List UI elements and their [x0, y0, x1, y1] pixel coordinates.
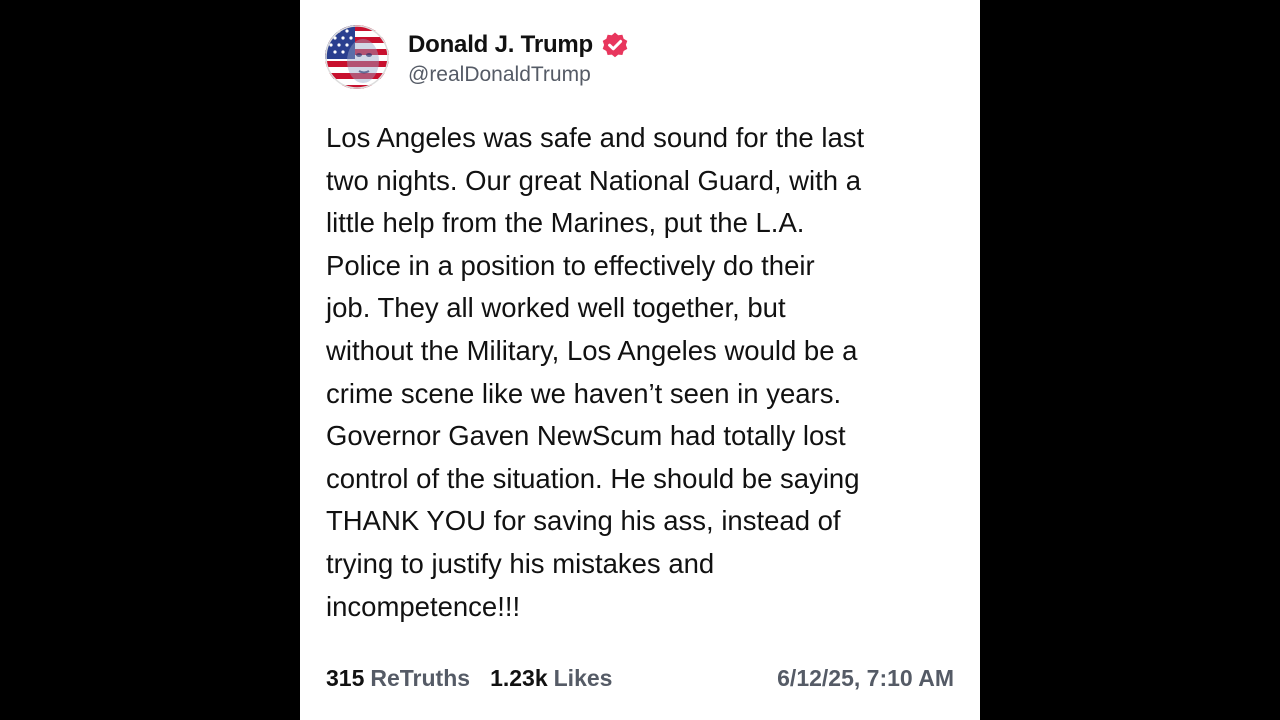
retruths-stat[interactable]: 315 ReTruths — [326, 665, 470, 692]
author-display-name[interactable]: Donald J. Trump — [408, 31, 593, 59]
retruths-label: ReTruths — [370, 664, 471, 691]
author-row: Donald J. Trump — [408, 30, 629, 60]
flag-portrait-icon — [325, 25, 389, 89]
post-text: Los Angeles was safe and sound for the l… — [326, 122, 865, 622]
author-handle[interactable]: @realDonaldTrump — [408, 63, 591, 87]
verified-badge-icon — [602, 32, 628, 58]
post-footer: 315 ReTruths 1.23k Likes 6/12/25, 7:10 A… — [326, 660, 954, 696]
profile-avatar[interactable] — [325, 25, 389, 89]
retruths-count: 315 — [326, 664, 365, 691]
screen: Donald J. Trump @realDonaldTrump Los Ang… — [0, 0, 1280, 720]
likes-stat[interactable]: 1.23k Likes — [490, 665, 612, 692]
likes-label: Likes — [553, 664, 613, 691]
post-timestamp[interactable]: 6/12/25, 7:10 AM — [777, 665, 954, 692]
likes-count: 1.23k — [490, 664, 548, 691]
